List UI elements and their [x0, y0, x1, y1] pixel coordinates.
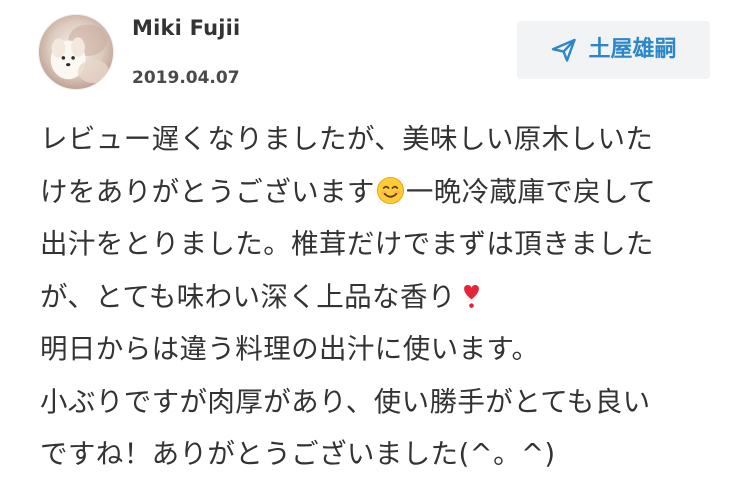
review-line: ですね！ありがとうございました(^。^) [40, 428, 720, 481]
review-line: 出汁をとりました。椎茸だけでまずは頂きました [40, 218, 720, 271]
review-line: 明日からは違う料理の出汁に使います。 [40, 323, 720, 376]
review-line-text: ですね！ありがとうございました(^。^) [40, 438, 556, 470]
paper-plane-icon [552, 38, 577, 62]
smiling-face-emoji-icon [376, 176, 404, 204]
review-line-text: 出汁をとりました。椎茸だけでまずは頂きました [40, 228, 654, 260]
avatar[interactable] [38, 14, 114, 90]
review-line-text: 明日からは違う料理の出汁に使います。 [40, 333, 540, 365]
review-date: 2019.04.07 [132, 68, 240, 88]
review-line: レビュー遅くなりましたが、美味しい原木しいた [40, 113, 720, 166]
review-line-text: が、とても味わい深く上品な香り [40, 280, 456, 313]
review-line: 小ぶりですが肉厚があり、使い勝手がとても良い [40, 376, 720, 429]
review-text: レビュー遅くなりましたが、美味しい原木しいた けをありがとうございます 一晩冷蔵… [40, 113, 720, 481]
review-line-text: けをありがとうございます [40, 175, 375, 208]
reviewer-info: Miki Fujii 2019.04.07 [132, 14, 240, 89]
review-line-text: 小ぶりですが肉厚があり、使い勝手がとても良い [40, 385, 651, 418]
dog-photo-icon [39, 15, 113, 89]
producer-name: 土屋雄嗣 [588, 37, 677, 62]
review-line-text: 一晩冷蔵庫で戻して [405, 175, 657, 208]
heart-exclamation-emoji-icon [463, 284, 479, 308]
review-line-text: レビュー遅くなりましたが、美味しい原木しいた [40, 123, 654, 155]
review-line: けをありがとうございます 一晩冷蔵庫で戻して [40, 166, 720, 219]
review-line: が、とても味わい深く上品な香り [40, 271, 720, 324]
reviewer-name[interactable]: Miki Fujii [132, 14, 240, 42]
review-card: Miki Fujii 2019.04.07 土屋雄嗣 レビュー遅くなりましたが、… [0, 0, 750, 481]
producer-button[interactable]: 土屋雄嗣 [517, 21, 710, 79]
